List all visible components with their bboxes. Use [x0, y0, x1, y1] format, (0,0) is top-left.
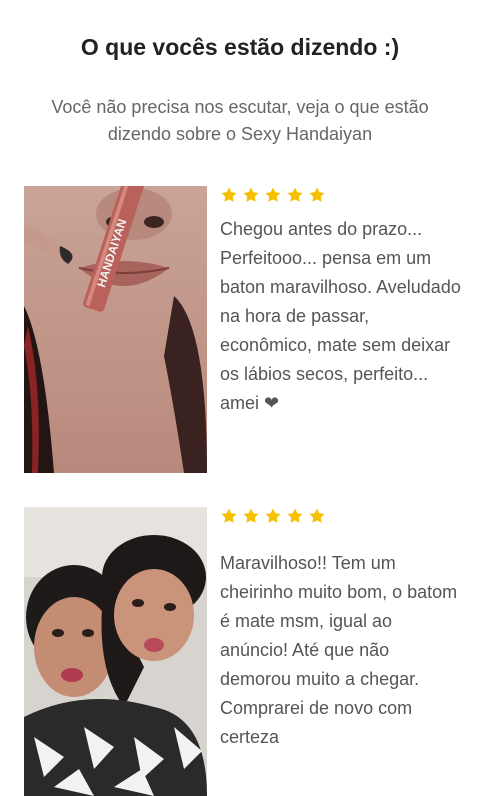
star-icon: [243, 187, 259, 202]
star-icon: [287, 187, 303, 202]
star-icon: [221, 187, 237, 202]
section-title: O que vocês estão dizendo :): [80, 34, 400, 60]
star-icon: [243, 508, 259, 523]
review-text: Maravilhoso!! Tem um cheirinho muito bom…: [220, 553, 458, 747]
review-photo: [24, 507, 207, 796]
customer-photo-lipstick: HANDAIYAN: [24, 186, 207, 473]
star-icon: [221, 508, 237, 523]
star-icon: [309, 508, 325, 523]
review-text: Chegou antes do prazo... Perfeitooo... p…: [220, 219, 461, 413]
star-icon: [287, 508, 303, 523]
review-photo: HANDAIYAN: [24, 186, 207, 473]
section-subtitle: Você não precisa nos escutar, veja o que…: [51, 97, 429, 144]
star-rating: [220, 186, 326, 204]
star-icon: [309, 187, 325, 202]
star-icon: [265, 508, 281, 523]
star-icon: [265, 187, 281, 202]
customer-photo-selfie: [24, 507, 207, 796]
star-rating: [220, 507, 326, 525]
